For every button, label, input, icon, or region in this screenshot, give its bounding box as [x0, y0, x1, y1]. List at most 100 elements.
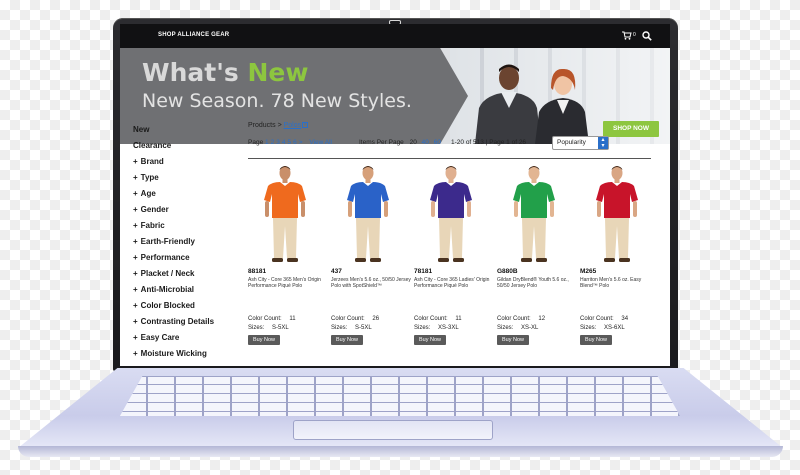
sizes-value: S-5XL — [355, 325, 372, 331]
color-count-value: 26 — [372, 316, 380, 322]
view-all-link[interactable]: View All — [309, 139, 332, 146]
pagination: Page 1 2 3 4 5 6 > View All — [248, 139, 332, 146]
buy-now-button[interactable]: Buy Now — [580, 335, 612, 345]
color-count-label: Color Count: — [248, 316, 282, 322]
filter-brand[interactable]: + Brand — [133, 154, 243, 170]
laptop-front-edge — [18, 446, 783, 457]
expand-plus-icon: + — [133, 317, 138, 326]
expand-plus-icon: + — [133, 221, 138, 230]
filter-anti-microbial[interactable]: + Anti-Microbial — [133, 282, 243, 298]
page-link[interactable]: 1 — [265, 139, 269, 146]
sidebar-link-new[interactable]: New — [133, 122, 243, 138]
filter-easy-care[interactable]: + Easy Care — [133, 330, 243, 346]
expand-plus-icon: + — [133, 285, 138, 294]
size-range: Sizes: S-5XL — [248, 325, 289, 331]
product-photo[interactable] — [343, 164, 393, 264]
product-sku[interactable]: 78181 — [414, 268, 432, 275]
color-count-value: 12 — [538, 316, 546, 322]
expand-plus-icon: + — [133, 349, 138, 358]
next-page-link[interactable]: > — [299, 139, 303, 146]
per-page-option[interactable]: 60 — [434, 139, 441, 146]
per-page-option[interactable]: 20 — [410, 139, 417, 146]
product-description[interactable]: Ash City - Core 365 Men's Origin Perform… — [248, 277, 328, 289]
color-count: Color Count: 11 — [248, 316, 296, 322]
product-photo[interactable] — [426, 164, 476, 264]
laptop-screen: SHOP ALLIANCE GEAR 0 What's New New Seas… — [120, 24, 670, 366]
per-page-option[interactable]: 40 — [422, 139, 429, 146]
cart-count: 0 — [633, 32, 636, 38]
product-sku[interactable]: M265 — [580, 268, 596, 275]
product-sku[interactable]: 437 — [331, 268, 342, 275]
filter-label: Fabric — [140, 221, 165, 230]
color-count: Color Count: 34 — [580, 316, 628, 322]
buy-now-button[interactable]: Buy Now — [331, 335, 363, 345]
expand-plus-icon: + — [133, 173, 138, 182]
shop-now-button[interactable]: SHOP NOW — [603, 121, 659, 137]
filter-moisture-wicking[interactable]: + Moisture Wicking — [133, 346, 243, 362]
page-link[interactable]: 4 — [282, 139, 286, 146]
sidebar-link-clearance[interactable]: Clearance — [133, 138, 243, 154]
sort-selected: Popularity — [557, 139, 586, 146]
touchpad — [293, 420, 493, 440]
remove-filter-icon[interactable]: × — [302, 122, 309, 129]
filter-label: Contrasting Details — [140, 317, 215, 326]
filter-type[interactable]: + Type — [133, 170, 243, 186]
expand-plus-icon: + — [133, 237, 138, 246]
breadcrumb-current[interactable]: Polos — [284, 122, 302, 129]
filter-label: Brand — [140, 157, 164, 166]
product-photo[interactable] — [509, 164, 559, 264]
product-photo[interactable] — [260, 164, 310, 264]
filter-contrasting-details[interactable]: + Contrasting Details — [133, 314, 243, 330]
page-link[interactable]: 2 — [271, 139, 275, 146]
filter-fabric[interactable]: + Fabric — [133, 218, 243, 234]
sizes-value: S-5XL — [272, 325, 289, 331]
expand-plus-icon: + — [133, 205, 138, 214]
product-grid: 88181 Ash City - Core 365 Men's Origin Pe… — [248, 164, 668, 364]
filter-color-blocked[interactable]: + Color Blocked — [133, 298, 243, 314]
size-range: Sizes: S-5XL — [331, 325, 372, 331]
color-count: Color Count: 11 — [414, 316, 462, 322]
buy-now-button[interactable]: Buy Now — [497, 335, 529, 345]
search-icon[interactable] — [642, 31, 652, 41]
page-link[interactable]: 3 — [276, 139, 280, 146]
product-description[interactable]: Gildan DryBlend® Youth 5.6 oz., 50/50 Je… — [497, 277, 577, 289]
sort-dropdown[interactable]: Popularity ▴ ▾ — [552, 136, 609, 150]
size-range: Sizes: XS-XL — [497, 325, 538, 331]
banner-title-accent: New — [247, 58, 309, 87]
breadcrumb-root[interactable]: Products > — [248, 122, 282, 129]
color-count-label: Color Count: — [414, 316, 448, 322]
filter-age[interactable]: + Age — [133, 186, 243, 202]
filter-label: Easy Care — [140, 333, 180, 342]
page-link[interactable]: 6 — [293, 139, 297, 146]
filter-performance[interactable]: + Performance — [133, 250, 243, 266]
product-sku[interactable]: G880B — [497, 268, 518, 275]
page-link[interactable]: 5 — [288, 139, 292, 146]
product-sku[interactable]: 88181 — [248, 268, 266, 275]
filter-label: Color Blocked — [140, 301, 195, 310]
sizes-label: Sizes: — [248, 325, 265, 331]
buy-now-button[interactable]: Buy Now — [248, 335, 280, 345]
color-count-label: Color Count: — [331, 316, 365, 322]
chevron-updown-icon: ▴ ▾ — [598, 137, 608, 149]
filter-earth-friendly[interactable]: + Earth-Friendly — [133, 234, 243, 250]
banner-people-photo — [475, 64, 589, 144]
product-description[interactable]: Jerzees Men's 5.6 oz., 50/50 Jersey Polo… — [331, 277, 411, 289]
pagination-label: Page — [248, 139, 264, 146]
size-range: Sizes: XS-3XL — [414, 325, 459, 331]
expand-plus-icon: + — [133, 253, 138, 262]
items-per-page: Items Per Page 20 40 60 — [359, 139, 441, 146]
buy-now-button[interactable]: Buy Now — [414, 335, 446, 345]
product-photo[interactable] — [592, 164, 642, 264]
product-description[interactable]: Ash City - Core 365 Ladies' Origin Perfo… — [414, 277, 494, 289]
filter-placket-neck[interactable]: + Placket / Neck — [133, 266, 243, 282]
store-name[interactable]: SHOP ALLIANCE GEAR — [158, 32, 229, 38]
filter-label: Age — [140, 189, 156, 198]
expand-plus-icon: + — [133, 189, 138, 198]
filter-label: Performance — [140, 253, 190, 262]
cart-icon[interactable] — [622, 31, 632, 40]
sizes-label: Sizes: — [331, 325, 348, 331]
product-description[interactable]: Harriton Men's 5.6 oz. Easy Blend™ Polo — [580, 277, 660, 289]
filter-gender[interactable]: + Gender — [133, 202, 243, 218]
sizes-value: XS-3XL — [438, 325, 459, 331]
filter-label: Gender — [140, 205, 169, 214]
